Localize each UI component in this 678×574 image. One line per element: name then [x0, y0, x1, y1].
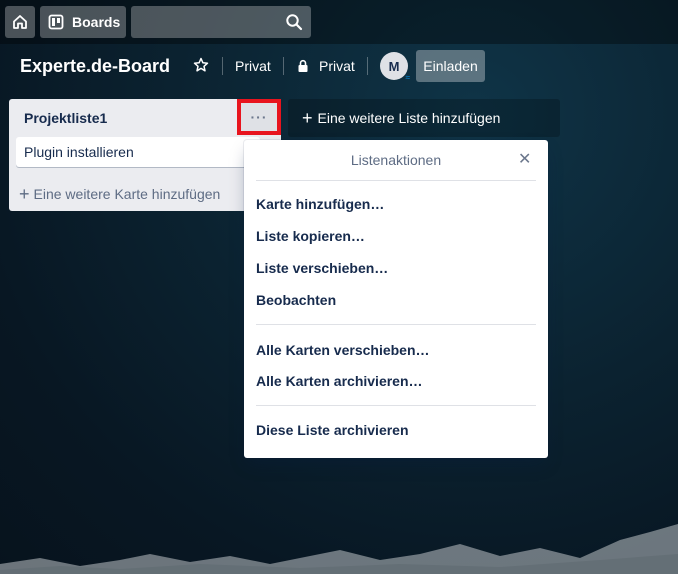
board-title[interactable]: Experte.de-Board	[20, 56, 170, 77]
mountain-silhouette	[0, 524, 678, 574]
list-title[interactable]: Projektliste1	[24, 110, 107, 126]
invite-button[interactable]: Einladen	[416, 50, 485, 82]
list-menu-button[interactable]: ···	[237, 99, 281, 135]
add-list-label: Eine weitere Liste hinzufügen	[317, 110, 501, 126]
header-divider	[283, 57, 284, 75]
menu-item-copy-list[interactable]: Liste kopieren…	[256, 225, 536, 247]
search-icon[interactable]	[285, 13, 303, 31]
more-icon: ···	[250, 109, 268, 125]
search-input[interactable]	[131, 6, 311, 38]
list-actions-popover: Listenaktionen ✕ Karte hinzufügen… Liste…	[244, 140, 548, 458]
menu-item-archive-list[interactable]: Diese Liste archivieren	[256, 419, 536, 441]
home-button[interactable]	[5, 6, 35, 38]
avatar-initial: M	[388, 58, 400, 74]
boards-button[interactable]: Boards	[40, 6, 126, 38]
list-projektliste1: Projektliste1 ··· Plugin installieren + …	[9, 99, 281, 211]
lock-icon	[298, 59, 308, 72]
close-icon[interactable]: ✕	[518, 152, 531, 168]
team-visibility-label: Privat	[235, 58, 271, 74]
top-navigation-bar: Boards	[0, 0, 678, 44]
add-card-label: Eine weitere Karte hinzufügen	[33, 186, 221, 202]
card[interactable]: Plugin installieren	[16, 137, 260, 167]
popover-separator	[256, 324, 536, 325]
popover-separator	[256, 405, 536, 406]
add-card-button[interactable]: + Eine weitere Karte hinzufügen	[19, 184, 221, 204]
plus-icon: +	[302, 108, 313, 128]
invite-label: Einladen	[423, 58, 478, 74]
home-icon	[13, 15, 27, 29]
menu-item-move-all-cards[interactable]: Alle Karten verschieben…	[256, 339, 536, 361]
menu-item-watch[interactable]: Beobachten	[256, 289, 536, 311]
boards-label: Boards	[72, 14, 121, 30]
menu-item-add-card[interactable]: Karte hinzufügen…	[256, 193, 536, 215]
team-visibility-button[interactable]: Privat	[235, 58, 271, 74]
add-list-button[interactable]: + Eine weitere Liste hinzufügen	[288, 99, 560, 137]
board-visibility-label: Privat	[319, 58, 355, 74]
popover-separator	[256, 180, 536, 181]
header-divider	[222, 57, 223, 75]
star-icon	[193, 57, 209, 72]
plus-icon: +	[19, 184, 30, 204]
card-title: Plugin installieren	[24, 144, 134, 160]
board-visibility-button[interactable]: Privat	[296, 58, 355, 74]
admin-badge-icon: ≈	[405, 73, 410, 82]
member-avatar[interactable]: M ≈	[380, 52, 410, 82]
menu-item-move-list[interactable]: Liste verschieben…	[256, 257, 536, 279]
header-divider	[367, 57, 368, 75]
menu-item-archive-all-cards[interactable]: Alle Karten archivieren…	[256, 370, 536, 392]
star-button[interactable]	[193, 57, 209, 73]
popover-title: Listenaktionen	[350, 152, 442, 168]
boards-icon	[48, 14, 64, 30]
